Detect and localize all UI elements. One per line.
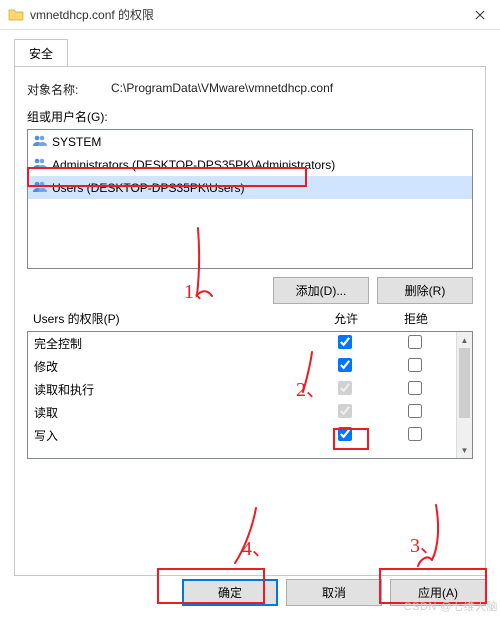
remove-button[interactable]: 删除(R): [377, 277, 473, 304]
object-row: 对象名称: C:\ProgramData\VMware\vmnetdhcp.co…: [27, 81, 473, 98]
close-icon: [475, 10, 485, 20]
list-item[interactable]: Users (DESKTOP-DPS35PK\Users): [28, 176, 472, 199]
permission-name: 读取和执行: [34, 381, 310, 398]
tab-security[interactable]: 安全: [14, 39, 68, 67]
list-item-label: Users (DESKTOP-DPS35PK\Users): [52, 181, 245, 195]
permission-name: 读取: [34, 404, 310, 421]
list-item-label: Administrators (DESKTOP-DPS35PK\Administ…: [52, 158, 335, 172]
permission-row: 修改: [28, 355, 456, 378]
permission-row: 读取: [28, 401, 456, 424]
allow-checkbox[interactable]: [338, 335, 352, 349]
list-item[interactable]: SYSTEM: [28, 130, 472, 153]
object-path: C:\ProgramData\VMware\vmnetdhcp.conf: [111, 81, 333, 98]
group-icon: [32, 132, 48, 151]
allow-checkbox[interactable]: [338, 427, 352, 441]
deny-checkbox[interactable]: [408, 381, 422, 395]
permission-row: 完全控制: [28, 332, 456, 355]
close-button[interactable]: [460, 0, 500, 30]
deny-checkbox[interactable]: [408, 358, 422, 372]
tabstrip: 安全: [14, 38, 486, 66]
group-icon: [32, 178, 48, 197]
window-title: vmnetdhcp.conf 的权限: [30, 6, 460, 23]
permission-row: 读取和执行: [28, 378, 456, 401]
group-label: 组或用户名(G):: [27, 108, 473, 125]
perm-header-allow: 允许: [311, 310, 381, 327]
object-label: 对象名称:: [27, 81, 111, 98]
titlebar: vmnetdhcp.conf 的权限: [0, 0, 500, 30]
deny-checkbox[interactable]: [408, 404, 422, 418]
permission-name: 写入: [34, 427, 310, 444]
list-item-label: SYSTEM: [52, 135, 101, 149]
perm-header-deny: 拒绝: [381, 310, 451, 327]
permissions-table: 完全控制修改读取和执行读取写入 ▲ ▼: [27, 331, 473, 459]
list-buttons: 添加(D)... 删除(R): [27, 277, 473, 304]
cancel-button[interactable]: 取消: [286, 579, 382, 606]
ok-button[interactable]: 确定: [182, 579, 278, 606]
tabsheet: 对象名称: C:\ProgramData\VMware\vmnetdhcp.co…: [14, 66, 486, 576]
content: 安全 对象名称: C:\ProgramData\VMware\vmnetdhcp…: [0, 30, 500, 590]
scroll-thumb[interactable]: [459, 348, 470, 418]
users-listbox[interactable]: SYSTEM Administrators (DESKTOP-DPS35PK\Ad…: [27, 129, 473, 269]
permission-row: 写入: [28, 424, 456, 447]
allow-checkbox[interactable]: [338, 358, 352, 372]
list-item[interactable]: Administrators (DESKTOP-DPS35PK\Administ…: [28, 153, 472, 176]
add-button[interactable]: 添加(D)...: [273, 277, 369, 304]
deny-checkbox[interactable]: [408, 335, 422, 349]
permission-name: 修改: [34, 358, 310, 375]
scroll-down-icon[interactable]: ▼: [457, 442, 472, 458]
deny-checkbox[interactable]: [408, 427, 422, 441]
apply-button[interactable]: 应用(A): [390, 579, 486, 606]
perm-header: Users 的权限(P) 允许 拒绝: [27, 310, 473, 327]
dialog-footer: 确定 取消 应用(A): [0, 571, 500, 614]
folder-icon: [8, 7, 24, 23]
group-icon: [32, 155, 48, 174]
allow-checkbox[interactable]: [338, 404, 352, 418]
permissions-scrollbar[interactable]: ▲ ▼: [456, 332, 472, 458]
allow-checkbox[interactable]: [338, 381, 352, 395]
scroll-up-icon[interactable]: ▲: [457, 332, 472, 348]
permission-name: 完全控制: [34, 335, 310, 352]
perm-header-name: Users 的权限(P): [33, 310, 311, 327]
